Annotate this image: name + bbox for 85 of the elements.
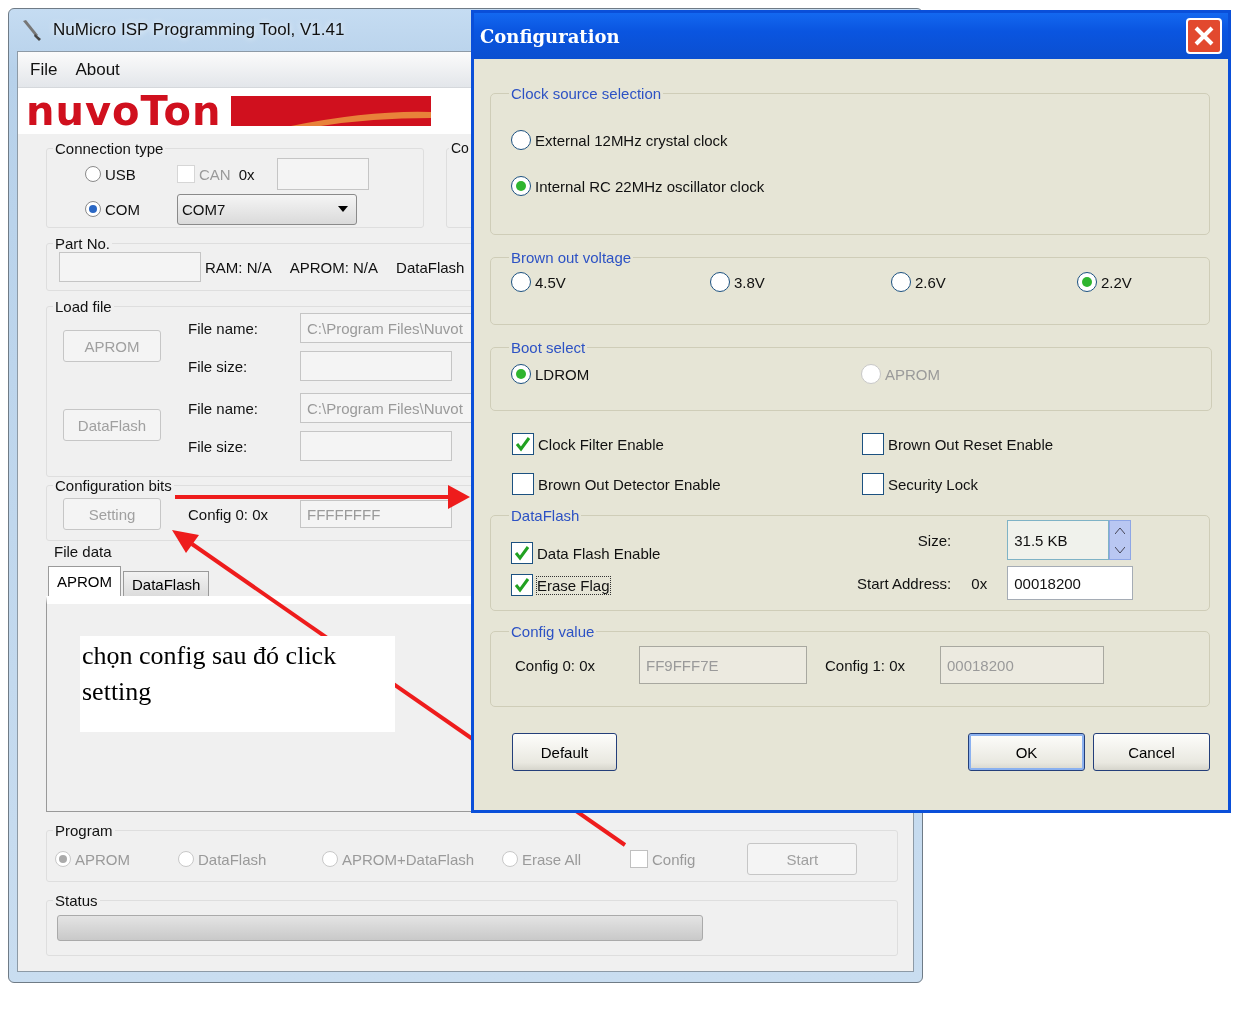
checkbox[interactable] (862, 473, 884, 495)
group-label: Connection type (54, 140, 165, 157)
radio-label: 4.5V (535, 273, 566, 291)
group-label: Clock source selection (510, 85, 663, 102)
group-label: Co (450, 140, 470, 156)
checkbox[interactable] (512, 473, 534, 495)
group-label: Configuration bits (54, 477, 173, 494)
group-label: DataFlash (510, 507, 581, 524)
menu-item[interactable]: About (75, 59, 120, 80)
radio-button[interactable] (1077, 272, 1097, 292)
caret-icon (338, 206, 348, 212)
cancel-button[interactable]: Cancel (1093, 733, 1210, 771)
group-label: Brown out voltage (510, 249, 633, 266)
radio-button[interactable] (85, 166, 101, 182)
checkbox-label: Config (652, 850, 696, 868)
radio-button[interactable] (891, 272, 911, 292)
field-label: Size: (917, 531, 953, 549)
checkbox-label: Erase Flag (537, 576, 610, 594)
field-label: File name: (188, 319, 260, 337)
can-id-field[interactable] (277, 158, 369, 190)
checkbox-label: Security Lock (888, 475, 979, 493)
radio-label: LDROM (535, 365, 590, 383)
checkbox-label: CAN (199, 165, 231, 183)
group-label: Part No. (54, 235, 112, 252)
checkbox[interactable] (512, 433, 534, 455)
file-size-field[interactable] (300, 431, 452, 461)
field-label: Start Address: (857, 574, 952, 592)
checkbox-label: Clock Filter Enable (538, 435, 664, 453)
start-address-field[interactable]: 00018200 (1007, 566, 1134, 600)
radio-label: Internal RC 22MHz oscillator clock (535, 177, 765, 195)
group-label: Program (54, 822, 114, 839)
memory-info: RAM: N/A (205, 258, 272, 276)
radio-label: 2.6V (915, 273, 946, 291)
window-title: NuMicro ISP Programming Tool, V1.41 (53, 20, 345, 40)
field-label: File name: (188, 399, 260, 417)
part-number-field[interactable] (59, 252, 201, 282)
radio-label: 2.2V (1101, 273, 1132, 291)
radio-button[interactable] (511, 272, 531, 292)
radio-label: USB (105, 165, 136, 183)
spinner-arrows-icon[interactable] (1109, 520, 1132, 560)
radio-label: DataFlash (198, 850, 267, 868)
ok-button[interactable]: OK (968, 733, 1085, 771)
radio-label: External 12MHz crystal clock (535, 131, 728, 149)
checkbox-label: Data Flash Enable (537, 544, 661, 562)
hex-prefix: 0x (971, 574, 988, 592)
menu-item[interactable]: File (30, 59, 58, 80)
radio-button[interactable] (511, 130, 531, 150)
tab[interactable]: DataFlash (123, 571, 210, 596)
radio-label: APROM+DataFlash (342, 850, 475, 868)
group-label: File data (53, 543, 113, 560)
field-label: Config 0: 0x (188, 505, 270, 523)
port-dropdown[interactable]: COM7 (177, 193, 357, 225)
radio-label: Erase All (522, 850, 582, 868)
radio-button[interactable] (511, 364, 531, 384)
checkbox-label: Brown Out Reset Enable (888, 435, 1054, 453)
field-label: Config 1: 0x (825, 656, 907, 674)
checkbox[interactable] (862, 433, 884, 455)
radio-button[interactable] (710, 272, 730, 292)
annotation-note: chọn config sau đó click setting (80, 636, 395, 732)
radio-label: 3.8V (734, 273, 765, 291)
checkbox[interactable] (511, 574, 533, 596)
radio-button[interactable] (85, 201, 101, 217)
radio-label: COM (105, 200, 140, 218)
field-label: File size: (188, 437, 249, 455)
field-label: File size: (188, 357, 249, 375)
hex-prefix: 0x (238, 165, 255, 183)
memory-info: APROM: N/A (289, 258, 379, 276)
default-button[interactable]: Default (512, 733, 617, 771)
close-icon (1192, 24, 1216, 48)
radio-label: APROM (885, 365, 940, 383)
group-label: Load file (54, 298, 113, 315)
checkbox[interactable] (511, 542, 533, 564)
group-label: Config value (510, 623, 596, 640)
checkbox-label: Brown Out Detector Enable (538, 475, 721, 493)
dialog-title: Configuration (480, 25, 620, 47)
file-size-field[interactable] (300, 351, 452, 381)
tab[interactable]: APROM (48, 566, 121, 596)
group-label: Status (54, 892, 99, 909)
size-field[interactable]: 31.5 KB (1007, 520, 1110, 560)
memory-info: DataFlash (396, 258, 465, 276)
radio-label: APROM (75, 850, 130, 868)
close-button[interactable] (1186, 18, 1222, 54)
radio-button[interactable] (511, 176, 531, 196)
logo: nuvoTon (26, 91, 222, 131)
field-label: Config 0: 0x (515, 656, 597, 674)
